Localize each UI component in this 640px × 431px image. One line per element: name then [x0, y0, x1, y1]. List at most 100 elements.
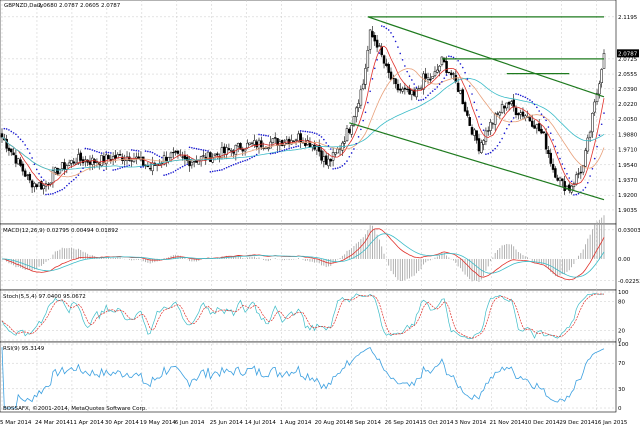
copyright-text: BOSSAFX, ©2001-2014, MetaQuotes Software…	[3, 405, 147, 412]
psar-dot	[251, 156, 253, 159]
candle-body	[579, 171, 583, 174]
candle-body	[359, 89, 363, 106]
candle-body	[422, 73, 425, 90]
psar-dot	[390, 32, 392, 34]
candle-body	[563, 181, 566, 191]
psar-dot	[387, 29, 390, 31]
psar-dot	[577, 192, 580, 195]
x-tick-label: 16 Jan 2015	[594, 420, 627, 426]
candle-body	[482, 140, 485, 145]
candle-body	[410, 90, 414, 95]
psar-dot	[28, 152, 31, 154]
price-y-tick-label: 2.1195	[618, 15, 638, 21]
psar-dot	[380, 25, 383, 27]
price-y-tick-label: 1.9540	[618, 163, 638, 169]
psar-dot	[434, 88, 436, 91]
candle-body	[537, 123, 541, 132]
psar-dot	[545, 119, 547, 122]
candle-body	[463, 102, 467, 112]
candle-body	[500, 104, 504, 113]
price-y-tick-label: 1.9710	[618, 148, 638, 154]
psar-dot	[232, 163, 235, 166]
candle-body	[586, 137, 590, 152]
x-tick-label: 8 Sep 2014	[350, 420, 382, 426]
psar-dot	[45, 193, 47, 196]
candle-body	[547, 150, 550, 154]
psar-dot	[19, 138, 22, 141]
psar-dot	[482, 129, 485, 132]
psar-dot	[237, 162, 239, 164]
candle-body	[135, 156, 138, 159]
psar-dot	[128, 164, 131, 167]
stoch-pane[interactable]	[0, 289, 617, 343]
psar-dot	[274, 152, 277, 154]
x-tick-label: 10 Dec 2014	[524, 420, 560, 426]
price-y-tick-label: 2.0220	[618, 102, 638, 108]
macd-y-tick-label: 0.00	[618, 257, 631, 263]
psar-dot	[316, 133, 318, 135]
price-y-tick-label: 1.9035	[618, 208, 638, 214]
psar-dot	[364, 111, 367, 114]
psar-dot	[121, 166, 124, 169]
candle-body	[190, 161, 194, 166]
stoch-pane-title: Stoch(5,5,4) 97.0400 95.0672	[3, 294, 86, 300]
psar-dot	[329, 148, 332, 150]
psar-dot	[563, 167, 566, 170]
candle-body	[371, 31, 374, 38]
psar-dot	[543, 116, 545, 119]
x-tick-label: 24 Mar 2014	[35, 420, 70, 426]
candle-body	[26, 174, 29, 176]
candle-body	[473, 129, 476, 136]
candle-body	[0, 133, 4, 138]
psar-dot	[38, 172, 40, 175]
candle-body	[503, 105, 506, 109]
psar-dot	[459, 63, 462, 65]
candle-body	[554, 168, 557, 178]
psar-dot	[522, 95, 524, 98]
candle-body	[440, 56, 444, 65]
psar-dot	[492, 149, 494, 152]
candle-body	[385, 63, 388, 66]
x-tick-label: 1 Aug 2014	[280, 420, 312, 426]
psar-dot	[35, 168, 38, 171]
candle-body	[292, 140, 295, 142]
candle-body	[324, 155, 328, 165]
candle-body	[229, 150, 233, 152]
x-tick-label: 26 Sep 2014	[385, 420, 420, 426]
candle-body	[141, 156, 145, 166]
psar-dot	[549, 132, 552, 135]
psar-dot	[218, 169, 221, 172]
psar-dot	[177, 168, 179, 170]
candle-body	[429, 78, 432, 81]
psar-dot	[89, 148, 91, 150]
psar-dot	[93, 150, 96, 152]
candle-body	[438, 65, 441, 72]
psar-dot	[461, 66, 464, 69]
candle-body	[253, 140, 256, 145]
candle-body	[461, 89, 465, 105]
psar-dot	[181, 165, 184, 168]
psar-dot	[311, 131, 314, 134]
psar-dot	[179, 167, 182, 169]
psar-dot	[26, 148, 29, 150]
candle-body	[433, 71, 437, 77]
psar-dot	[172, 171, 175, 173]
rsi-pane[interactable]	[0, 341, 617, 413]
candle-body	[470, 127, 474, 135]
psar-dot	[40, 176, 43, 178]
psar-dot	[371, 78, 374, 80]
price-y-tick-label: 1.9370	[618, 178, 638, 184]
psar-dot	[188, 146, 191, 149]
psar-dot	[360, 128, 362, 131]
price-y-tick-label: 1.9880	[618, 132, 638, 138]
psar-dot	[137, 150, 140, 152]
price-y-tick-label: 2.0050	[618, 117, 638, 123]
x-tick-label: 30 Apr 2014	[105, 420, 140, 426]
candle-body	[60, 162, 64, 169]
psar-dot	[480, 123, 483, 126]
candle-body	[452, 73, 455, 75]
psar-dot	[86, 148, 89, 150]
candle-body	[192, 161, 196, 163]
psar-dot	[429, 92, 432, 94]
psar-dot	[123, 165, 126, 168]
